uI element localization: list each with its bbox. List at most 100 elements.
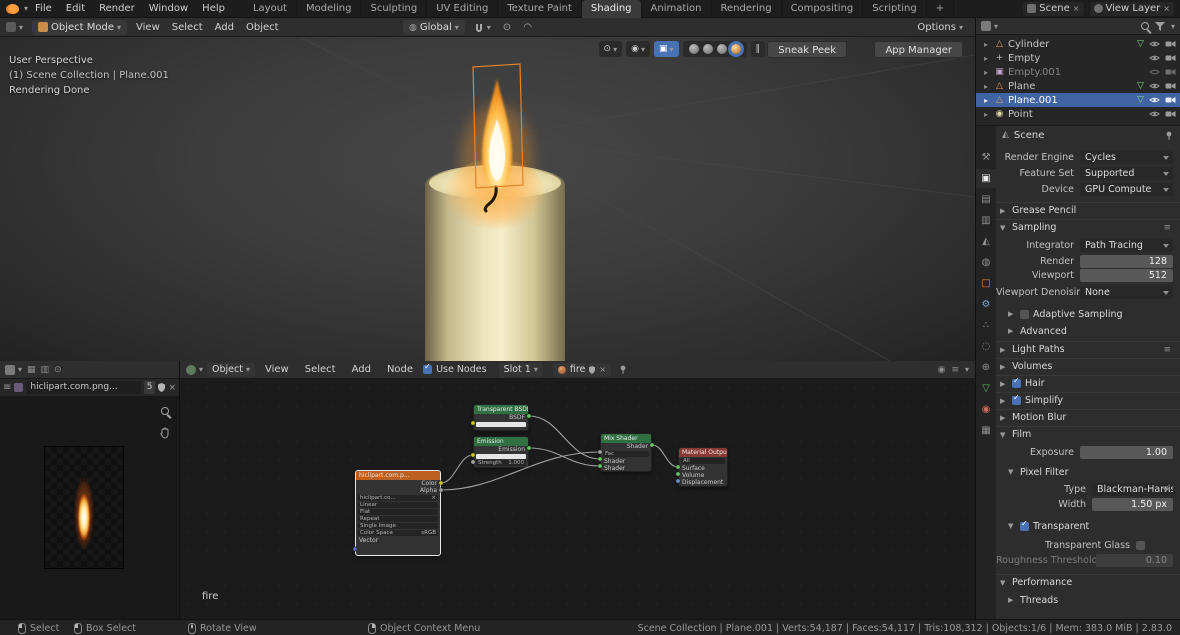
app-manager-button[interactable]: App Manager: [874, 41, 963, 58]
disable-render-icon[interactable]: [1165, 110, 1176, 118]
overlays-toggle[interactable]: ▣▾: [654, 41, 679, 57]
menu-render[interactable]: Render: [92, 0, 142, 18]
snap-node-icon[interactable]: ◉: [938, 365, 946, 375]
sampling-presets-icon[interactable]: ≡: [1163, 223, 1171, 233]
node-canvas[interactable]: Transparent BSDF BSDF Emission Emission …: [180, 379, 975, 619]
node-transparent-bsdf[interactable]: Transparent BSDF BSDF: [473, 404, 529, 431]
image-colorspace-dropdown[interactable]: Color SpacesRGB: [358, 530, 438, 536]
tab-modifiers-icon[interactable]: ⚙: [976, 295, 996, 314]
viewport-samples-field[interactable]: 512: [1080, 269, 1173, 282]
menu-select[interactable]: Select: [166, 18, 209, 37]
material-datablock[interactable]: fire ×: [553, 363, 611, 377]
material-fake-user-shield-icon[interactable]: [589, 366, 595, 374]
shading-rendered-icon[interactable]: [731, 44, 741, 54]
transform-orientation-dropdown[interactable]: ◍ Global ▾: [403, 20, 465, 35]
transparent-color-swatch[interactable]: [476, 422, 526, 427]
hide-eye-icon[interactable]: [1149, 96, 1160, 104]
mode-dropdown[interactable]: Object Mode ▾: [32, 20, 127, 35]
image-editor[interactable]: ▾ ▦ ▥ ⊙ ≡ hiclipart.com.png... 5 ×: [0, 361, 180, 619]
tab-object-data-icon[interactable]: ▽: [976, 379, 996, 398]
emission-strength-field[interactable]: Strength 1.000: [476, 460, 526, 466]
exposure-field[interactable]: 1.00: [1080, 446, 1173, 459]
node-menu-node[interactable]: Node: [381, 360, 419, 379]
adaptive-sampling-checkbox[interactable]: [1020, 310, 1029, 319]
denoising-dropdown[interactable]: None: [1080, 286, 1173, 299]
shading-wireframe-icon[interactable]: [689, 44, 699, 54]
proportional-editing-icon[interactable]: ⊙: [497, 18, 517, 37]
mix-fac-field[interactable]: Fac: [603, 451, 649, 457]
shading-solid-icon[interactable]: [703, 44, 713, 54]
render-engine-dropdown[interactable]: Cycles: [1080, 151, 1173, 164]
shading-material-icon[interactable]: [717, 44, 727, 54]
object-visibility-dropdown[interactable]: ⊙▾: [599, 41, 623, 57]
transparent-checkbox[interactable]: [1020, 522, 1029, 531]
transparent-glass-checkbox[interactable]: [1136, 541, 1145, 550]
options-dropdown[interactable]: Options▾: [911, 18, 969, 37]
integrator-dropdown[interactable]: Path Tracing: [1080, 239, 1173, 252]
menu-add[interactable]: Add: [209, 18, 240, 37]
tab-particles-icon[interactable]: ∴: [976, 316, 996, 335]
tab-tool-icon[interactable]: ⚒: [976, 148, 996, 167]
menu-edit[interactable]: Edit: [59, 0, 92, 18]
threads-panel[interactable]: ▶ Threads: [996, 592, 1180, 608]
simplify-checkbox[interactable]: [1012, 396, 1021, 405]
menu-help[interactable]: Help: [195, 0, 232, 18]
tab-layout[interactable]: Layout: [244, 0, 297, 18]
sampling-panel[interactable]: ▼ Sampling ≡: [996, 219, 1180, 235]
node-mix-shader[interactable]: Mix Shader Shader Fac Shader Shader: [600, 433, 652, 472]
tab-output-icon[interactable]: ▤: [976, 190, 996, 209]
outliner[interactable]: ▾ ▾ ▸ △ Cylinder ▽ ▸ + Empty: [975, 18, 1180, 125]
image-pin-icon[interactable]: ⊙: [54, 365, 62, 375]
hide-eye-icon[interactable]: [1149, 40, 1160, 48]
tab-shading[interactable]: Shading: [582, 0, 642, 18]
overlay-node-icon[interactable]: ≡: [951, 365, 959, 375]
tab-view-layer-icon[interactable]: ▥: [976, 211, 996, 230]
tab-constraints-icon[interactable]: ⊕: [976, 358, 996, 377]
motion-blur-panel[interactable]: ▶ Motion Blur: [996, 409, 1180, 425]
properties-editor[interactable]: ⚒ ▣ ▤ ▥ ◭ ◍ □ ⚙ ∴ ◌ ⊕ ▽ ◉ ▦ ◭ Scene: [975, 125, 1180, 619]
tab-scene-icon[interactable]: ◭: [976, 232, 996, 251]
image-interpolation-dropdown[interactable]: Linear: [358, 502, 438, 508]
tab-animation[interactable]: Animation: [642, 0, 712, 18]
image-browse-icon[interactable]: [14, 383, 23, 392]
performance-panel[interactable]: ▼ Performance: [996, 574, 1180, 590]
tab-texture-icon[interactable]: ▦: [976, 421, 996, 440]
disable-render-icon[interactable]: [1165, 96, 1176, 104]
pin-node-tree-icon[interactable]: [619, 365, 627, 374]
unlink-image-icon[interactable]: ×: [168, 383, 176, 393]
menu-file[interactable]: File: [28, 0, 59, 18]
tab-rendering[interactable]: Rendering: [712, 0, 782, 18]
node-image-texture[interactable]: hiclipart.com.p... Color Alpha hiclipart…: [355, 470, 441, 556]
tab-scripting[interactable]: Scripting: [863, 0, 926, 18]
tab-compositing[interactable]: Compositing: [782, 0, 864, 18]
hair-panel[interactable]: ▶ Hair: [996, 375, 1180, 391]
filter-width-field[interactable]: 1.50 px: [1092, 498, 1173, 511]
tab-render-icon[interactable]: ▣: [976, 169, 996, 188]
node-menu-select[interactable]: Select: [299, 360, 342, 379]
light-paths-panel[interactable]: ▶ Light Paths ≡: [996, 341, 1180, 357]
outliner-item-empty-001[interactable]: ▸ ▣ Empty.001: [976, 65, 1180, 79]
shader-type-dropdown[interactable]: Object▾: [207, 363, 255, 377]
tab-physics-icon[interactable]: ◌: [976, 337, 996, 356]
hide-eye-icon[interactable]: [1149, 110, 1160, 118]
tab-material-icon[interactable]: ◉: [976, 400, 996, 419]
use-nodes-checkbox[interactable]: [423, 365, 432, 374]
editor-type-outliner-icon[interactable]: ▾: [981, 17, 998, 36]
display-channels-icon[interactable]: ▥: [41, 365, 50, 375]
editor-type-3dview-icon[interactable]: ▾: [0, 18, 29, 37]
view-layer-unlink-icon[interactable]: ×: [1163, 4, 1170, 13]
filter-type-dropdown[interactable]: Blackman-Harris: [1092, 483, 1173, 496]
hide-eye-icon[interactable]: [1149, 68, 1160, 76]
adaptive-sampling-panel[interactable]: ▶ Adaptive Sampling: [996, 306, 1180, 322]
hide-eye-icon[interactable]: [1149, 54, 1160, 62]
image-texture-name-field[interactable]: hiclipart.co...×: [358, 495, 438, 501]
gizmos-dropdown[interactable]: ◉▾: [626, 41, 650, 57]
tab-modeling[interactable]: Modeling: [297, 0, 362, 18]
device-dropdown[interactable]: GPU Compute: [1080, 183, 1173, 196]
disable-render-icon[interactable]: [1165, 40, 1176, 48]
shader-editor[interactable]: ▾ Object▾ View Select Add Node Use Nodes…: [180, 361, 975, 619]
pan-hand-icon[interactable]: [159, 427, 171, 439]
pixel-filter-panel[interactable]: ▼ Pixel Filter: [996, 464, 1180, 480]
pause-render-button[interactable]: ‖: [751, 41, 766, 57]
node-menu-view[interactable]: View: [259, 360, 295, 379]
